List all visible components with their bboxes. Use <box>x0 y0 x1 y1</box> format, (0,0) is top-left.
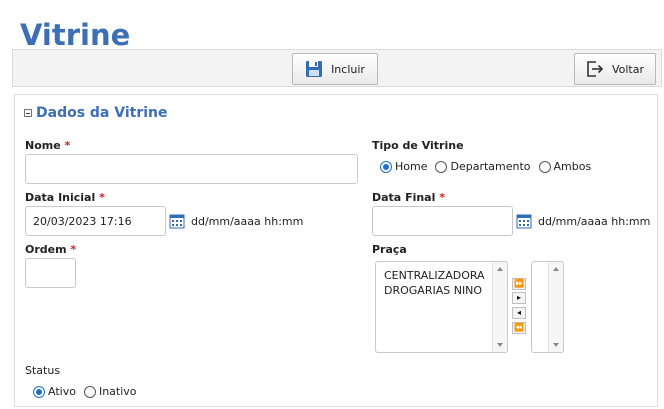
tipo-option-home[interactable]: Home <box>380 160 427 173</box>
data-inicial-format: dd/mm/aaaa hh:mm <box>191 215 304 228</box>
panel-title: Dados da Vitrine <box>36 105 168 121</box>
data-inicial-label: Data Inicial * <box>25 191 105 204</box>
incluir-label: Incluir <box>331 62 365 76</box>
required-mark: * <box>70 243 77 256</box>
radio-label: Ativo <box>48 385 76 398</box>
exit-icon <box>587 61 604 77</box>
status-option-ativo[interactable]: Ativo <box>33 385 76 398</box>
data-final-label: Data Final * <box>372 191 445 204</box>
status-label: Status <box>25 364 61 377</box>
status-option-inativo[interactable]: Inativo <box>83 385 137 398</box>
scrollbar[interactable] <box>492 262 507 352</box>
scrollbar[interactable] <box>548 262 563 352</box>
radio-button[interactable] <box>435 160 448 173</box>
data-final-input[interactable] <box>372 206 513 236</box>
move-right-button[interactable]: ▸ <box>512 292 526 304</box>
collapse-icon[interactable] <box>24 109 32 117</box>
tipo-radio-group: Home Departamento Ambos <box>380 160 599 173</box>
voltar-button[interactable]: Voltar <box>574 53 656 85</box>
list-item[interactable]: CENTRALIZADORA <box>384 268 485 283</box>
ordem-input[interactable] <box>25 258 76 288</box>
save-icon <box>306 61 323 77</box>
radio-label: Departamento <box>450 160 531 173</box>
calendar-icon[interactable] <box>516 213 532 229</box>
ordem-label-text: Ordem <box>25 243 67 256</box>
move-all-right-button[interactable]: ⏩ <box>512 278 526 290</box>
tipo-option-departamento[interactable]: Departamento <box>435 160 531 173</box>
move-all-left-button[interactable]: ⏪ <box>512 322 526 334</box>
nome-label: Nome * <box>25 139 70 152</box>
radio-button[interactable] <box>33 385 45 398</box>
radio-label: Inativo <box>98 385 137 398</box>
data-final-format: dd/mm/aaaa hh:mm <box>538 215 651 228</box>
praca-available-list[interactable]: CENTRALIZADORA DROGARIAS NINO <box>375 261 508 353</box>
radio-label: Home <box>395 160 428 173</box>
radio-button[interactable] <box>380 160 392 173</box>
required-mark: * <box>99 191 105 204</box>
panel-header[interactable]: Dados da Vitrine <box>24 105 168 121</box>
data-inicial-input[interactable] <box>25 206 166 236</box>
required-mark: * <box>439 191 445 204</box>
scroll-down-icon[interactable] <box>497 343 503 347</box>
nome-input[interactable] <box>25 154 358 184</box>
data-final-label-text: Data Final <box>372 191 436 204</box>
tipo-label: Tipo de Vitrine <box>372 139 464 152</box>
voltar-label: Voltar <box>611 62 645 76</box>
radio-button[interactable] <box>83 385 96 398</box>
radio-label: Ambos <box>553 160 592 173</box>
move-left-button[interactable]: ◂ <box>512 307 526 319</box>
calendar-icon[interactable] <box>169 213 185 229</box>
nome-label-text: Nome <box>25 139 61 152</box>
incluir-button[interactable]: Incluir <box>292 53 378 85</box>
scroll-down-icon[interactable] <box>553 343 559 347</box>
scroll-up-icon[interactable] <box>553 267 559 271</box>
status-radio-group: Ativo Inativo <box>33 385 145 398</box>
radio-button[interactable] <box>538 160 551 173</box>
data-inicial-label-text: Data Inicial <box>25 191 96 204</box>
praca-available-items: CENTRALIZADORA DROGARIAS NINO <box>384 268 485 298</box>
praca-label: Praça <box>372 243 407 256</box>
dados-vitrine-panel: Dados da Vitrine Nome * Tipo de Vitrine … <box>14 94 658 407</box>
list-item[interactable]: DROGARIAS NINO <box>384 283 485 298</box>
tipo-option-ambos[interactable]: Ambos <box>538 160 592 173</box>
toolbar: Incluir Voltar <box>12 49 662 87</box>
required-mark: * <box>64 139 71 152</box>
page-title: Vitrine <box>20 18 131 52</box>
praca-selected-list[interactable] <box>531 261 564 353</box>
ordem-label: Ordem * <box>25 243 76 256</box>
scroll-up-icon[interactable] <box>497 267 503 271</box>
